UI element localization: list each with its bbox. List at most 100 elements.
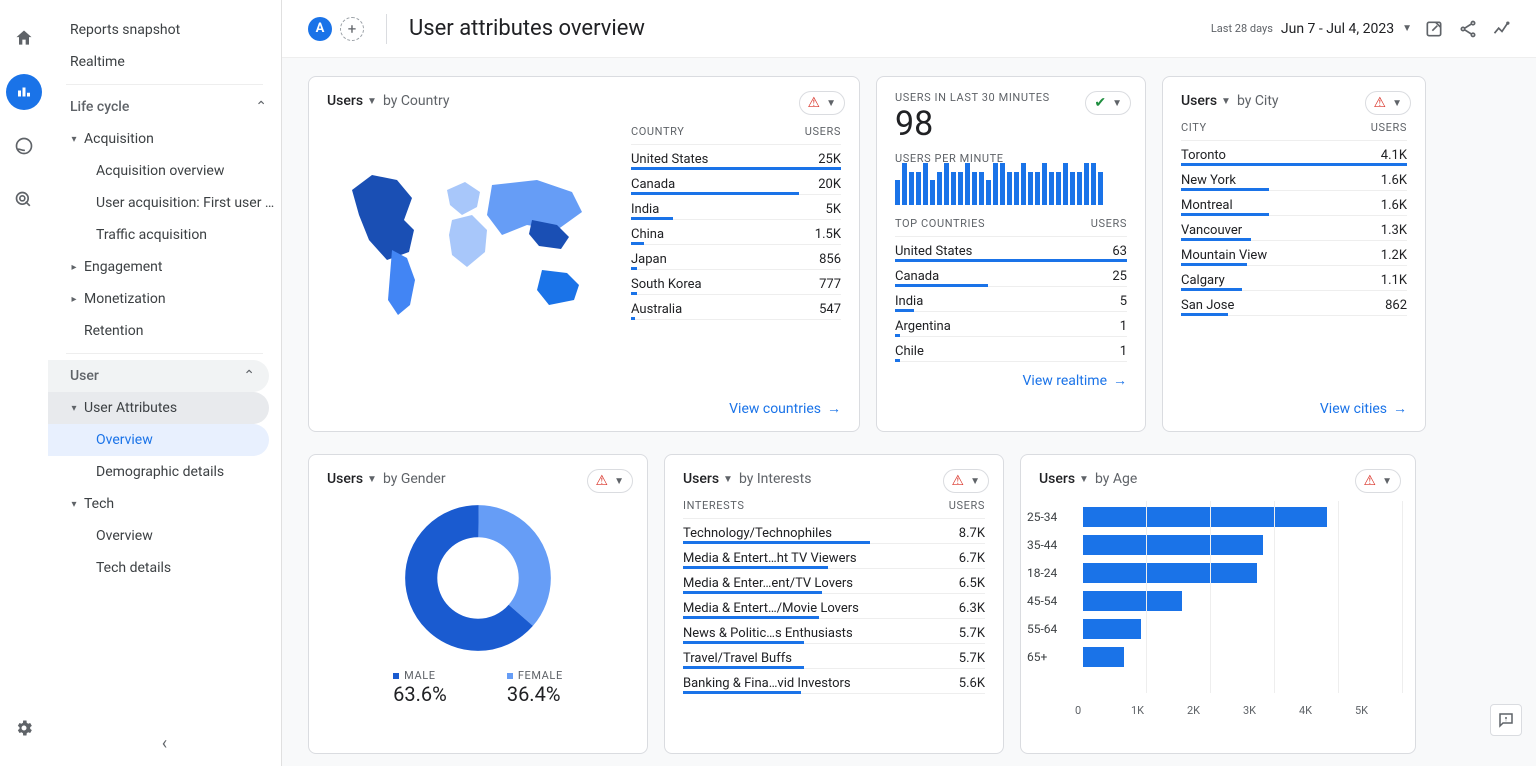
table-row[interactable]: Chile1 bbox=[895, 337, 1127, 362]
table-row[interactable]: Montreal1.6K bbox=[1181, 191, 1407, 216]
table-row[interactable]: Vancouver1.3K bbox=[1181, 216, 1407, 241]
page-title: User attributes overview bbox=[409, 16, 645, 41]
nav-tech-details[interactable]: Tech details bbox=[48, 552, 281, 584]
col-users: USERS bbox=[805, 125, 841, 138]
table-row[interactable]: India5K bbox=[631, 195, 841, 220]
table-row[interactable]: Mountain View1.2K bbox=[1181, 241, 1407, 266]
metric-selector[interactable]: Users▼ bbox=[683, 471, 733, 487]
thresholding-badge[interactable]: ⚠▼ bbox=[943, 469, 989, 493]
nav-user-attributes[interactable]: ▾User Attributes bbox=[48, 392, 269, 424]
table-row[interactable]: India5 bbox=[895, 287, 1127, 312]
nav-monetization[interactable]: ▸Monetization bbox=[48, 283, 281, 315]
nav-engagement[interactable]: ▸Engagement bbox=[48, 251, 281, 283]
card-users-by-gender: Users▼ by Gender ⚠▼ MALE 63.6% FEMALE bbox=[308, 454, 648, 754]
nav-realtime[interactable]: Realtime bbox=[48, 46, 281, 78]
table-row[interactable]: San Jose862 bbox=[1181, 291, 1407, 316]
table-row[interactable]: China1.5K bbox=[631, 220, 841, 245]
customize-report-icon[interactable] bbox=[1422, 17, 1446, 41]
users-per-minute-label: USERS PER MINUTE bbox=[877, 148, 1145, 165]
nav-reports-snapshot[interactable]: Reports snapshot bbox=[48, 14, 281, 46]
table-row[interactable]: Calgary1.1K bbox=[1181, 266, 1407, 291]
caret-down-icon: ▾ bbox=[66, 134, 82, 145]
nav-divider bbox=[66, 353, 263, 354]
nav-divider bbox=[66, 84, 263, 85]
thresholding-badge[interactable]: ⚠▼ bbox=[1355, 469, 1401, 493]
thresholding-badge[interactable]: ⚠▼ bbox=[1365, 91, 1411, 115]
table-row[interactable]: Canada25 bbox=[895, 262, 1127, 287]
table-row[interactable]: News & Politic…s Enthusiasts5.7K bbox=[683, 619, 985, 644]
nav-life-cycle[interactable]: Life cycle⌃ bbox=[48, 91, 281, 123]
table-row[interactable]: United States63 bbox=[895, 237, 1127, 262]
col-users: USERS bbox=[949, 499, 985, 512]
arrow-right-icon: → bbox=[1113, 372, 1127, 389]
vertical-divider bbox=[386, 14, 387, 44]
table-row[interactable]: Media & Entert…ht TV Viewers6.7K bbox=[683, 544, 985, 569]
card-realtime: USERS IN LAST 30 MINUTES ✔▼ 98 USERS PER… bbox=[876, 76, 1146, 432]
dimension-label: by Interests bbox=[739, 471, 812, 487]
view-cities-link[interactable]: View cities→ bbox=[1320, 400, 1407, 417]
nav-user[interactable]: User⌃ bbox=[48, 360, 269, 392]
dimension-label: by Country bbox=[383, 93, 450, 109]
table-row[interactable]: Australia547 bbox=[631, 295, 841, 320]
data-quality-badge[interactable]: ✔▼ bbox=[1085, 91, 1131, 115]
nav-acquisition[interactable]: ▾Acquisition bbox=[48, 123, 281, 155]
explore-icon[interactable] bbox=[6, 128, 42, 164]
nav-user-attributes-overview[interactable]: Overview bbox=[48, 424, 269, 456]
add-account-button[interactable]: + bbox=[340, 17, 364, 41]
table-row[interactable]: South Korea777 bbox=[631, 270, 841, 295]
share-icon[interactable] bbox=[1456, 17, 1480, 41]
advertising-icon[interactable] bbox=[6, 182, 42, 218]
table-row[interactable]: New York1.6K bbox=[1181, 166, 1407, 191]
metric-selector[interactable]: Users▼ bbox=[327, 471, 377, 487]
settings-icon[interactable] bbox=[6, 710, 42, 746]
table-row[interactable]: Argentina1 bbox=[895, 312, 1127, 337]
table-row[interactable]: Japan856 bbox=[631, 245, 841, 270]
chevron-down-icon: ▼ bbox=[1079, 474, 1089, 485]
nav-user-acquisition-first[interactable]: User acquisition: First user … bbox=[48, 187, 281, 219]
insights-icon[interactable] bbox=[1490, 17, 1514, 41]
table-row[interactable]: Technology/Technophiles8.7K bbox=[683, 519, 985, 544]
metric-selector[interactable]: Users▼ bbox=[1181, 93, 1231, 109]
nav-retention[interactable]: Retention bbox=[48, 315, 281, 347]
city-table: CITYUSERS Toronto4.1KNew York1.6KMontrea… bbox=[1181, 115, 1407, 316]
chevron-down-icon: ▼ bbox=[614, 476, 624, 487]
age-bar-chart: 25-3435-4418-2445-5455-6465+ 01K2K3K4K5K bbox=[1021, 493, 1415, 723]
col-top-countries: TOP COUNTRIES bbox=[895, 217, 985, 230]
world-map bbox=[327, 125, 617, 355]
thresholding-badge[interactable]: ⚠▼ bbox=[799, 91, 845, 115]
table-row[interactable]: United States25K bbox=[631, 145, 841, 170]
icon-rail bbox=[0, 0, 48, 766]
table-row[interactable]: Toronto4.1K bbox=[1181, 141, 1407, 166]
interests-table: INTERESTS USERS Technology/Technophiles8.… bbox=[683, 493, 985, 694]
thresholding-badge[interactable]: ⚠▼ bbox=[587, 469, 633, 493]
table-row[interactable]: Banking & Fina…vid Investors5.6K bbox=[683, 669, 985, 694]
users-per-minute-sparkline bbox=[877, 165, 1145, 211]
nav-demographic-details[interactable]: Demographic details bbox=[48, 456, 281, 488]
caret-right-icon: ▸ bbox=[66, 262, 82, 273]
home-icon[interactable] bbox=[6, 20, 42, 56]
nav-tech-overview[interactable]: Overview bbox=[48, 520, 281, 552]
dimension-label: by Gender bbox=[383, 471, 446, 487]
feedback-button[interactable] bbox=[1490, 704, 1522, 736]
nav-traffic-acquisition[interactable]: Traffic acquisition bbox=[48, 219, 281, 251]
metric-selector[interactable]: Users▼ bbox=[327, 93, 377, 109]
caret-down-icon: ▾ bbox=[66, 499, 82, 510]
account-badge[interactable]: A bbox=[308, 17, 332, 41]
view-realtime-link[interactable]: View realtime→ bbox=[1023, 372, 1127, 389]
date-range-picker[interactable]: Last 28 days Jun 7 - Jul 4, 2023 ▼ bbox=[1211, 21, 1412, 37]
table-row[interactable]: Media & Enter…ent/TV Lovers6.5K bbox=[683, 569, 985, 594]
country-table: COUNTRYUSERS United States25KCanada20KIn… bbox=[631, 119, 841, 390]
caret-spacer bbox=[66, 326, 82, 337]
view-countries-link[interactable]: View countries→ bbox=[729, 400, 841, 417]
chevron-down-icon: ▼ bbox=[826, 98, 836, 109]
nav-tech[interactable]: ▾Tech bbox=[48, 488, 281, 520]
col-interests: INTERESTS bbox=[683, 499, 744, 512]
table-row[interactable]: Media & Entert…/Movie Lovers6.3K bbox=[683, 594, 985, 619]
reports-icon[interactable] bbox=[6, 74, 42, 110]
table-row[interactable]: Travel/Travel Buffs5.7K bbox=[683, 644, 985, 669]
metric-selector[interactable]: Users▼ bbox=[1039, 471, 1089, 487]
nav-collapse-toggle[interactable]: ‹ bbox=[48, 733, 281, 754]
topbar: A + User attributes overview Last 28 day… bbox=[282, 0, 1536, 58]
nav-acquisition-overview[interactable]: Acquisition overview bbox=[48, 155, 281, 187]
table-row[interactable]: Canada20K bbox=[631, 170, 841, 195]
